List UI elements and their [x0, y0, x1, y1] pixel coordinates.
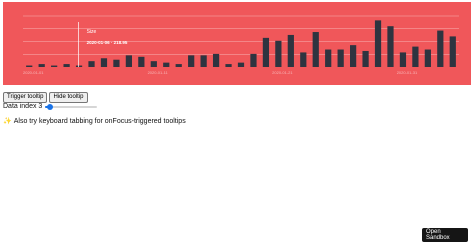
- bar[interactable]: [337, 49, 344, 67]
- keyboard-hint: ✨ Also try keyboard tabbing for onFocus-…: [3, 117, 186, 126]
- bar[interactable]: [237, 62, 245, 67]
- bar[interactable]: [63, 64, 70, 67]
- bar[interactable]: [200, 55, 207, 67]
- open-sandbox-button[interactable]: Open Sandbox: [422, 228, 468, 242]
- bar[interactable]: [113, 59, 120, 67]
- bar[interactable]: [225, 64, 232, 67]
- data-index-slider[interactable]: [45, 103, 98, 110]
- open-sandbox-line2: Sandbox: [426, 235, 450, 241]
- bar[interactable]: [138, 56, 145, 67]
- bar[interactable]: [300, 52, 307, 67]
- bar[interactable]: [350, 45, 357, 67]
- bar[interactable]: [262, 37, 270, 67]
- bar[interactable]: [38, 64, 45, 67]
- bar[interactable]: [212, 53, 220, 67]
- bar[interactable]: [51, 65, 58, 67]
- data-index-row: Data index 3: [3, 103, 98, 110]
- bar[interactable]: [163, 62, 170, 67]
- x-tick-label: 2020-01-31: [397, 70, 418, 75]
- bar[interactable]: [412, 46, 419, 67]
- tooltip-value: 2020-01-06 · 218.95: [87, 40, 128, 45]
- bar[interactable]: [250, 53, 257, 67]
- bar[interactable]: [287, 34, 294, 67]
- bar[interactable]: [26, 65, 33, 67]
- bar[interactable]: [150, 61, 157, 67]
- tooltip-controls: Trigger tooltip Hide tooltip: [3, 92, 88, 103]
- bar[interactable]: [325, 49, 332, 67]
- x-tick-label: 2020-01-21: [272, 70, 293, 75]
- chart-panel: 2020-01-01 2020-01-11 2020-01-21 2020-01-31…: [3, 2, 471, 85]
- x-tick-label: 2020-01-11: [148, 70, 169, 75]
- bar[interactable]: [75, 65, 83, 67]
- bar[interactable]: [437, 30, 444, 68]
- bar[interactable]: [188, 55, 195, 67]
- x-tick-label: 2020-01-01: [23, 70, 44, 75]
- bar[interactable]: [275, 40, 282, 67]
- bar[interactable]: [424, 49, 431, 67]
- bar[interactable]: [312, 32, 319, 67]
- bar[interactable]: [125, 55, 132, 67]
- bar[interactable]: [88, 61, 95, 67]
- bar[interactable]: [449, 36, 456, 67]
- trigger-tooltip-button[interactable]: Trigger tooltip: [3, 92, 48, 103]
- sparkles-icon: ✨: [3, 118, 12, 125]
- bar[interactable]: [100, 58, 108, 67]
- hide-tooltip-button[interactable]: Hide tooltip: [49, 92, 88, 103]
- bar[interactable]: [399, 52, 407, 67]
- bar-chart[interactable]: 2020-01-01 2020-01-11 2020-01-21 2020-01-31…: [3, 2, 471, 85]
- tooltip-series-name: Size: [87, 29, 97, 35]
- hint-text: Also try keyboard tabbing for onFocus-tr…: [13, 117, 186, 125]
- slider-track: [45, 106, 98, 108]
- bar[interactable]: [175, 64, 182, 67]
- data-index-label: Data index 3: [3, 103, 43, 110]
- bar[interactable]: [362, 50, 369, 67]
- bar[interactable]: [387, 26, 394, 67]
- slider-thumb[interactable]: [46, 103, 53, 110]
- bar[interactable]: [374, 20, 382, 67]
